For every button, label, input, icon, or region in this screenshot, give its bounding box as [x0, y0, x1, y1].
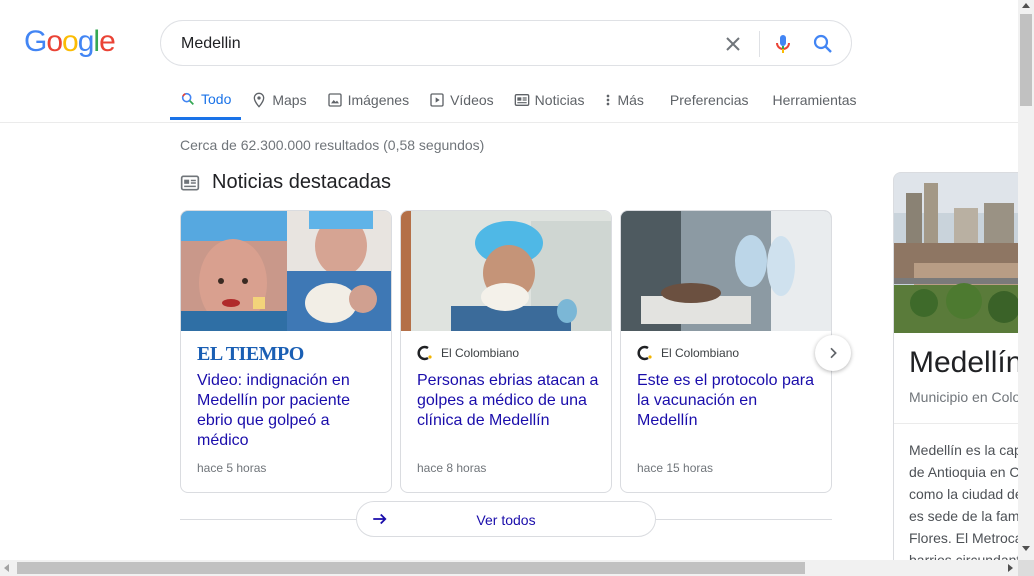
tab-label: Más [617, 92, 644, 108]
news-thumbnail[interactable] [181, 211, 391, 331]
tab-mas[interactable]: Más [594, 80, 653, 120]
tab-label: Preferencias [669, 92, 749, 108]
scroll-up-icon[interactable] [1022, 3, 1030, 8]
news-card[interactable]: EL TIEMPO Video: indignación en Medellín… [180, 210, 392, 493]
el-colombiano-logo-icon [417, 345, 432, 361]
scroll-left-icon[interactable] [4, 564, 9, 572]
tab-preferencias[interactable]: Preferencias [658, 80, 761, 120]
view-all-label: Ver todos [476, 512, 536, 528]
tab-videos[interactable]: Vídeos [419, 80, 504, 120]
el-colombiano-logo-icon [637, 345, 652, 361]
knowledge-panel-divider [894, 423, 1033, 424]
knowledge-panel: Medellín Municipio en Colombia Medellín … [893, 172, 1033, 572]
search-input[interactable] [181, 32, 701, 56]
news-card[interactable]: El Colombiano Personas ebrias atacan a g… [400, 210, 612, 493]
horizontal-scrollbar[interactable] [0, 560, 1018, 576]
vertical-scrollbar[interactable] [1018, 0, 1034, 560]
microphone-icon[interactable] [771, 32, 795, 56]
carousel-next-button[interactable] [815, 335, 851, 371]
section-title: Noticias destacadas [212, 171, 391, 193]
tab-todo[interactable]: Todo [170, 80, 242, 120]
tab-label: Imágenes [347, 92, 410, 108]
google-logo[interactable]: Google [24, 25, 116, 59]
view-all-divider [180, 519, 356, 520]
search-divider [759, 31, 760, 57]
news-icon [514, 94, 530, 106]
logo-letter: o [62, 25, 79, 58]
clear-icon[interactable] [721, 32, 745, 56]
news-source-name: El Colombiano [661, 346, 740, 360]
scroll-right-icon[interactable] [1008, 564, 1013, 572]
news-thumbnail[interactable] [621, 211, 831, 331]
view-all-divider [656, 519, 832, 520]
view-all-button[interactable]: Ver todos [356, 501, 656, 537]
top-stories-heading: Noticias destacadas [180, 171, 391, 194]
tab-label: Noticias [534, 92, 585, 108]
search-icon [181, 92, 194, 105]
chevron-right-icon [830, 347, 837, 359]
news-headline[interactable]: Video: indignación en Medellín por pacie… [197, 371, 379, 451]
scroll-down-icon[interactable] [1022, 546, 1030, 551]
news-time: hace 5 horas [197, 461, 267, 475]
knowledge-panel-description: Medellín es la capital del departamento … [909, 442, 1033, 568]
map-pin-icon [254, 92, 265, 108]
logo-letter: g [77, 25, 95, 58]
tab-maps[interactable]: Maps [241, 80, 316, 120]
search-icon[interactable] [811, 32, 835, 56]
scrollbar-corner [1018, 560, 1034, 576]
news-source: EL TIEMPO [197, 343, 304, 365]
tab-label: Todo [201, 90, 232, 107]
knowledge-panel-title: Medellín [909, 346, 1023, 379]
header-divider [0, 122, 1018, 123]
search-tabs: Todo Maps Imágenes Vídeos Noticias Más P… [170, 80, 869, 122]
tab-herramientas[interactable]: Herramientas [761, 80, 869, 120]
news-headline[interactable]: Personas ebrias atacan a golpes a médico… [417, 371, 599, 431]
result-stats: Cerca de 62.300.000 resultados (0,58 seg… [180, 137, 485, 153]
play-icon [430, 93, 444, 107]
news-thumbnail[interactable] [401, 211, 611, 331]
tab-label: Vídeos [450, 92, 494, 108]
tab-label: Herramientas [772, 92, 857, 108]
knowledge-panel-subtitle: Municipio en Colombia [909, 389, 1033, 405]
knowledge-panel-image[interactable] [894, 173, 1033, 333]
horizontal-scroll-thumb[interactable] [17, 562, 805, 574]
logo-letter: o [46, 25, 63, 58]
logo-letter: e [99, 25, 116, 58]
search-box[interactable] [160, 20, 852, 66]
tab-noticias[interactable]: Noticias [504, 80, 595, 120]
tab-imagenes[interactable]: Imágenes [317, 80, 419, 120]
image-icon [327, 93, 342, 107]
news-time: hace 8 horas [417, 461, 487, 475]
vertical-scroll-thumb[interactable] [1020, 14, 1032, 106]
tab-label: Maps [272, 92, 307, 108]
news-icon [180, 175, 200, 190]
logo-letter: G [24, 25, 47, 58]
news-headline[interactable]: Este es el protocolo para la vacunación … [637, 371, 819, 431]
news-source: El Colombiano [637, 345, 739, 361]
news-source-name: El Colombiano [441, 346, 520, 360]
news-card[interactable]: El Colombiano Este es el protocolo para … [620, 210, 832, 493]
more-vert-icon [607, 94, 610, 106]
news-time: hace 15 horas [637, 461, 714, 475]
news-source: El Colombiano [417, 345, 519, 361]
